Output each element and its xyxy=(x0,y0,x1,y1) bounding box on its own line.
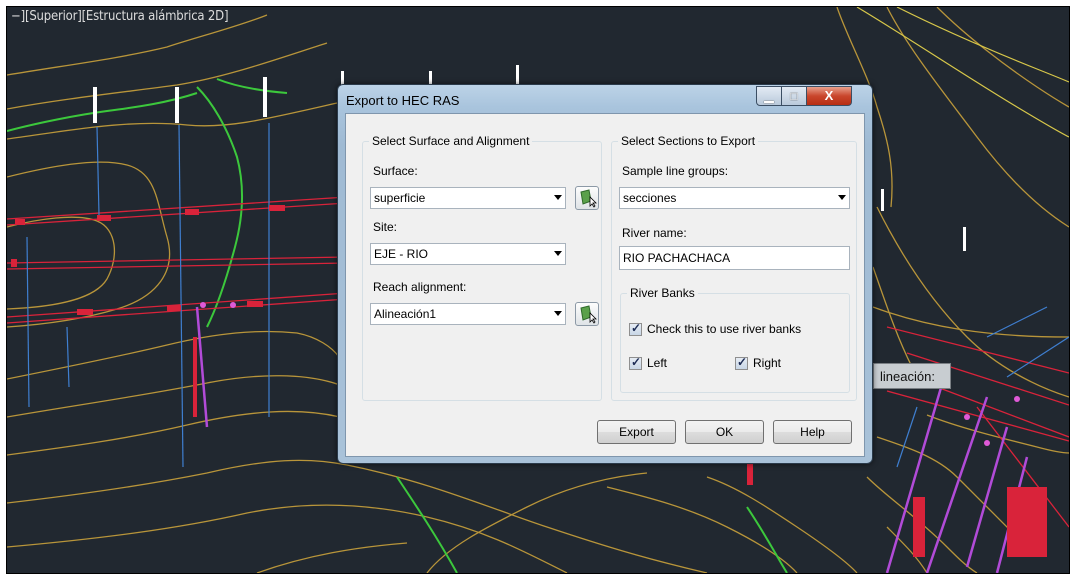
left-bank-label[interactable]: Left xyxy=(647,356,667,370)
dialog-client-area: Select Surface and Alignment Surface: su… xyxy=(345,113,865,457)
chevron-down-icon xyxy=(554,311,562,316)
checkmark-icon: ✓ xyxy=(630,355,642,369)
river-banks-group: River Banks ✓ Check this to use river ba… xyxy=(620,286,850,393)
ok-button[interactable]: OK xyxy=(685,420,764,444)
use-river-banks-label[interactable]: Check this to use river banks xyxy=(647,322,801,336)
sections-export-group: Select Sections to Export Sample line gr… xyxy=(611,134,857,401)
maximize-icon: □ xyxy=(790,89,798,103)
pick-from-drawing-icon xyxy=(580,305,597,324)
reach-alignment-select-value: Alineación1 xyxy=(374,307,437,321)
minimize-icon: ▁ xyxy=(764,89,774,103)
site-select-value: EJE - RIO xyxy=(374,247,429,261)
viewport-label[interactable]: −][Superior][Estructura alámbrica 2D] xyxy=(11,9,229,24)
river-banks-group-title: River Banks xyxy=(627,286,698,300)
river-name-label: River name: xyxy=(622,226,687,240)
river-name-value: RIO PACHACHACA xyxy=(623,251,731,265)
sample-line-groups-value: secciones xyxy=(623,191,677,205)
site-select[interactable]: EJE - RIO xyxy=(370,243,566,265)
surface-select-value: superficie xyxy=(374,191,426,205)
minimize-button[interactable]: ▁ xyxy=(756,86,782,106)
sample-line-groups-label: Sample line groups: xyxy=(622,164,729,178)
export-button[interactable]: Export xyxy=(597,420,676,444)
reach-alignment-label: Reach alignment: xyxy=(373,280,467,294)
pick-from-drawing-icon xyxy=(580,189,597,208)
help-button[interactable]: Help xyxy=(773,420,852,444)
close-icon: X xyxy=(824,88,834,103)
sample-line-groups-select[interactable]: secciones xyxy=(619,187,850,209)
checkmark-icon: ✓ xyxy=(630,321,642,335)
pick-surface-button[interactable] xyxy=(575,186,599,210)
chevron-down-icon xyxy=(554,251,562,256)
use-river-banks-checkbox[interactable]: ✓ xyxy=(629,321,642,336)
surface-label: Surface: xyxy=(373,164,418,178)
right-bank-label[interactable]: Right xyxy=(753,356,781,370)
reach-alignment-select[interactable]: Alineación1 xyxy=(370,303,566,325)
tooltip: lineación: xyxy=(873,363,951,389)
river-name-field[interactable]: RIO PACHACHACA xyxy=(619,246,850,270)
right-bank-checkbox[interactable]: ✓ xyxy=(735,355,748,370)
maximize-button[interactable]: □ xyxy=(781,86,807,106)
export-hec-ras-dialog: Export to HEC RAS ▁ □ X Select Surface a… xyxy=(337,84,873,464)
surface-alignment-group: Select Surface and Alignment Surface: su… xyxy=(362,134,602,401)
dialog-title: Export to HEC RAS xyxy=(346,93,460,108)
surface-select[interactable]: superficie xyxy=(370,187,566,209)
surface-alignment-group-title: Select Surface and Alignment xyxy=(369,134,533,148)
site-label: Site: xyxy=(373,220,398,234)
left-bank-checkbox[interactable]: ✓ xyxy=(629,355,642,370)
chevron-down-icon xyxy=(554,195,562,200)
pick-alignment-button[interactable] xyxy=(575,302,599,326)
chevron-down-icon xyxy=(838,195,846,200)
checkmark-icon: ✓ xyxy=(736,355,748,369)
sections-export-group-title: Select Sections to Export xyxy=(618,134,759,148)
close-button[interactable]: X xyxy=(806,86,852,106)
